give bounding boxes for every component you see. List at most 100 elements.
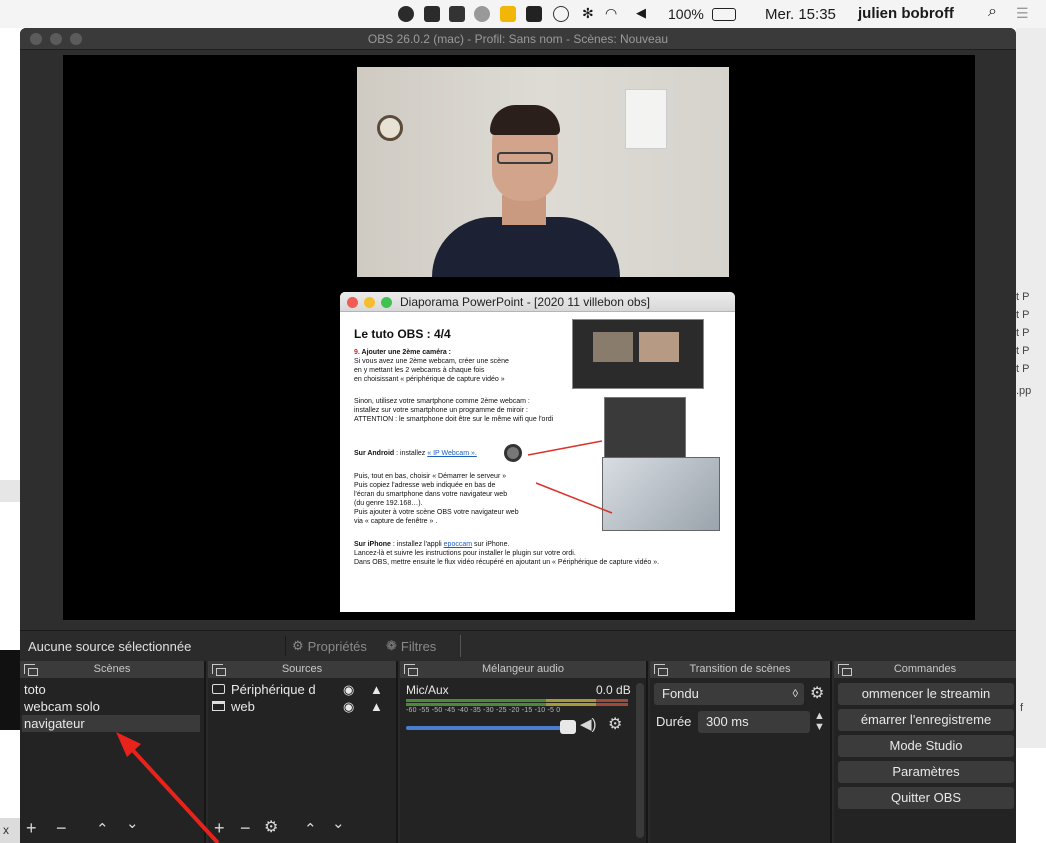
- time-machine-icon[interactable]: [553, 6, 569, 22]
- menubar-clock[interactable]: Mer. 15:35: [765, 6, 836, 23]
- volume-icon[interactable]: ◀: [636, 5, 646, 21]
- slide: Le tuto OBS : 4/4 9. Ajouter une 2ème ca…: [340, 313, 735, 612]
- mixer-scrollbar[interactable]: [636, 683, 644, 838]
- transition-select[interactable]: Fondu ◊: [654, 683, 804, 705]
- slide-arrows: [527, 440, 613, 514]
- source-properties-gear-icon[interactable]: ⚙: [264, 819, 278, 837]
- start-recording-button[interactable]: émarrer l'enregistreme: [838, 709, 1014, 731]
- evernote-icon[interactable]: [449, 6, 465, 22]
- scene-transitions-dock: Transition de scènes Fondu ◊ ⚙ Durée 300 …: [650, 661, 832, 843]
- background-text: t P: [1016, 327, 1030, 339]
- exit-obs-button[interactable]: Quitter OBS: [838, 787, 1014, 809]
- lock-icon[interactable]: ▲: [370, 698, 383, 715]
- gear-icon: ⚙: [292, 638, 304, 653]
- slide-arrow-line: [535, 482, 613, 514]
- move-source-up-button[interactable]: ⌃: [304, 821, 317, 839]
- transitions-header: Transition de scènes: [650, 661, 830, 678]
- ppt-minimize-button[interactable]: [364, 297, 375, 308]
- background-text: t P: [1016, 309, 1030, 321]
- battery-icon[interactable]: [712, 8, 736, 21]
- settings-button[interactable]: Paramètres: [838, 761, 1014, 783]
- meter-red: [596, 703, 628, 706]
- status-app-icon[interactable]: [398, 6, 414, 22]
- source-item[interactable]: web ◉ ▲: [212, 698, 392, 715]
- sources-title: Sources: [281, 663, 323, 675]
- background-text: f: [1020, 702, 1024, 714]
- visibility-eye-icon[interactable]: ◉: [343, 698, 354, 715]
- lock-icon[interactable]: ▲: [370, 681, 383, 698]
- source-name: Périphérique d: [231, 682, 316, 697]
- status-app-icon[interactable]: [526, 6, 542, 22]
- controls-header: Commandes: [834, 661, 1016, 678]
- bluetooth-icon[interactable]: ✻: [582, 5, 594, 22]
- webcam-feed: [357, 67, 729, 277]
- studio-mode-button[interactable]: Mode Studio: [838, 735, 1014, 757]
- camera-icon: [212, 684, 225, 694]
- meter-green: [406, 703, 546, 706]
- transition-settings-gear-icon[interactable]: ⚙: [810, 685, 824, 703]
- mixer-channel-name: Mic/Aux: [406, 683, 449, 697]
- status-app-icon[interactable]: [424, 6, 440, 22]
- powerpoint-titlebar[interactable]: Diaporama PowerPoint - [2020 11 villebon…: [340, 292, 735, 312]
- scene-item[interactable]: toto: [24, 681, 46, 698]
- add-source-button[interactable]: +: [214, 819, 225, 837]
- macos-menubar: ✻ ◠ ◀ 100% Mer. 15:35 julien bobroff ⌕ ☰: [0, 0, 1046, 28]
- volume-fader-handle[interactable]: [560, 720, 576, 734]
- mixer-settings-gear-icon[interactable]: ⚙: [608, 716, 622, 734]
- audio-mixer-title: Mélangeur audio: [482, 663, 564, 675]
- status-app-icon[interactable]: [500, 6, 516, 22]
- mute-speaker-icon[interactable]: ◀): [580, 716, 597, 734]
- powerpoint-window: Diaporama PowerPoint - [2020 11 villebon…: [340, 292, 735, 612]
- background-text: t P: [1016, 363, 1030, 375]
- source-item[interactable]: Périphérique d ◉ ▲: [212, 681, 392, 698]
- duration-input[interactable]: 300 ms: [698, 711, 810, 733]
- move-scene-up-button[interactable]: ⌃: [96, 821, 109, 839]
- remove-source-button[interactable]: −: [240, 819, 251, 837]
- start-streaming-button[interactable]: ommencer le streamin: [838, 683, 1014, 705]
- background-window: [0, 650, 20, 730]
- duration-stepper-icon[interactable]: ▲ ▼: [814, 711, 825, 733]
- background-text: t P: [1016, 291, 1030, 303]
- preview-area[interactable]: Diaporama PowerPoint - [2020 11 villebon…: [20, 50, 1016, 630]
- properties-button[interactable]: ⚙ Propriétés: [285, 636, 367, 656]
- person-body: [432, 217, 620, 277]
- menubar-user[interactable]: julien bobroff: [858, 5, 954, 22]
- filters-button[interactable]: ❁ Filtres: [386, 636, 436, 656]
- mixer-channel-level: 0.0 dB: [596, 683, 631, 697]
- notification-center-icon[interactable]: ☰: [1016, 5, 1029, 22]
- meter-yellow: [546, 703, 596, 706]
- window-title: OBS 26.0.2 (mac) - Profil: Sans nom - Sc…: [367, 32, 669, 46]
- undock-icon[interactable]: [212, 664, 226, 676]
- ppt-close-button[interactable]: [347, 297, 358, 308]
- volume-meter: [406, 699, 628, 706]
- scenes-title: Scènes: [93, 663, 131, 675]
- background-text: .pp: [1016, 385, 1032, 397]
- volume-fader[interactable]: [406, 726, 571, 730]
- ppt-zoom-button[interactable]: [381, 297, 392, 308]
- person-hair: [490, 105, 560, 135]
- undock-icon[interactable]: [838, 664, 852, 676]
- audio-mixer-header: Mélangeur audio: [400, 661, 646, 678]
- move-source-down-button[interactable]: ⌄: [332, 815, 345, 833]
- wifi-icon[interactable]: ◠: [605, 5, 617, 22]
- meter-red: [596, 699, 628, 702]
- spotlight-search-icon[interactable]: ⌕: [988, 3, 997, 21]
- remove-scene-button[interactable]: −: [56, 819, 67, 837]
- move-scene-down-button[interactable]: ⌄: [126, 815, 139, 833]
- scenes-dock-header: Scènes: [20, 661, 204, 678]
- window-titlebar[interactable]: OBS 26.0.2 (mac) - Profil: Sans nom - Sc…: [20, 28, 1016, 50]
- person-glasses: [497, 152, 553, 164]
- background-text: x: [3, 823, 9, 837]
- duration-value: 300 ms: [706, 714, 749, 729]
- add-scene-button[interactable]: +: [26, 819, 37, 837]
- status-app-icon[interactable]: [474, 6, 490, 22]
- visibility-eye-icon[interactable]: ◉: [343, 681, 354, 698]
- undock-icon[interactable]: [404, 664, 418, 676]
- undock-icon[interactable]: [24, 664, 38, 676]
- preview-canvas[interactable]: Diaporama PowerPoint - [2020 11 villebon…: [63, 55, 975, 620]
- undock-icon[interactable]: [654, 664, 668, 676]
- scene-item[interactable]: webcam solo: [24, 698, 100, 715]
- scene-item[interactable]: navigateur: [22, 715, 200, 732]
- slide-arrow-line: [527, 440, 603, 456]
- controls-title: Commandes: [893, 663, 957, 675]
